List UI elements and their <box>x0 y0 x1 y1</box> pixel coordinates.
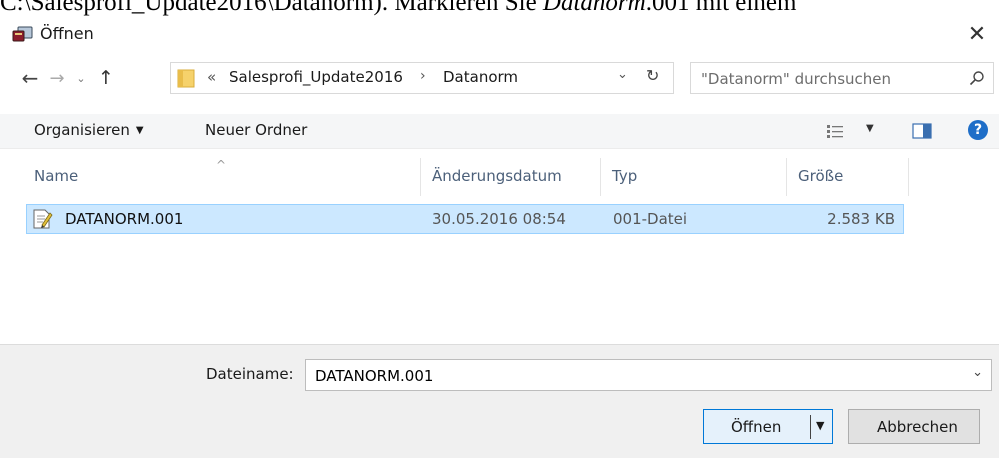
caption-suffix: .001 mit einem <box>645 0 797 16</box>
overflow-crumbs-button[interactable]: « <box>207 68 216 86</box>
breadcrumb-salesprofi[interactable]: Salesprofi_Update2016 <box>229 68 403 86</box>
close-icon: ✕ <box>967 21 987 47</box>
caption-prefix: C:\Salesprofi_Update2016\Datanorm). Mark… <box>0 0 543 16</box>
address-row: ← → ⌄ ↑ « Salesprofi_Update2016 › Datano… <box>0 60 999 96</box>
title-bar: Öffnen ✕ <box>0 18 999 52</box>
file-date: 30.05.2016 08:54 <box>432 210 566 228</box>
filename-input[interactable] <box>313 364 957 388</box>
back-button[interactable]: ← <box>19 66 41 90</box>
caption-filename: Datanorm <box>542 0 646 16</box>
filename-label: Dateiname: <box>206 365 294 383</box>
column-header-name[interactable]: Name <box>34 167 78 185</box>
file-row-selected[interactable]: DATANORM.001 30.05.2016 08:54 001-Datei … <box>26 204 904 234</box>
up-button[interactable]: ↑ <box>95 66 117 90</box>
organize-label: Organisieren <box>34 121 130 139</box>
command-toolbar: Organisieren ▼ Neuer Ordner ▼ ? <box>0 114 999 149</box>
refresh-icon[interactable]: ↻ <box>646 66 659 85</box>
breadcrumb-datanorm[interactable]: Datanorm <box>443 68 518 86</box>
open-options-caret-icon[interactable]: ▼ <box>816 419 824 432</box>
new-folder-button[interactable]: Neuer Ordner <box>205 121 307 139</box>
file-list-header: ^ Name Änderungsdatum Typ Größe <box>0 158 999 196</box>
caret-down-icon: ▼ <box>135 125 144 136</box>
arrow-left-icon: ← <box>21 66 39 90</box>
column-header-date[interactable]: Änderungsdatum <box>432 167 562 185</box>
search-input[interactable] <box>699 66 953 92</box>
column-divider[interactable] <box>908 158 909 196</box>
search-box <box>690 62 994 94</box>
chevron-down-icon: ⌄ <box>76 71 86 85</box>
new-folder-label: Neuer Ordner <box>205 121 308 139</box>
document-caption: C:\Salesprofi_Update2016\Datanorm). Mark… <box>0 0 999 20</box>
dialog-title: Öffnen <box>40 24 94 43</box>
arrow-up-icon: ↑ <box>98 67 114 89</box>
address-dropdown-icon[interactable]: ⌄ <box>617 67 628 82</box>
organize-button[interactable]: Organisieren ▼ <box>34 121 144 139</box>
view-options-icon[interactable] <box>826 123 844 139</box>
help-icon[interactable]: ? <box>968 120 988 140</box>
open-button[interactable]: Öffnen ▼ <box>703 409 833 444</box>
cancel-button-label: Abbrechen <box>877 418 958 436</box>
open-file-dialog: Öffnen ✕ ← → ⌄ ↑ « Salesprofi_Update2016… <box>0 18 999 458</box>
preview-pane-icon[interactable] <box>912 123 932 139</box>
search-icon[interactable] <box>969 70 985 86</box>
recent-locations-button[interactable]: ⌄ <box>70 66 92 90</box>
arrow-right-icon: → <box>49 67 65 89</box>
text-file-icon <box>33 209 53 229</box>
column-divider[interactable] <box>420 158 421 196</box>
close-button[interactable]: ✕ <box>955 18 999 50</box>
file-size: 2.583 KB <box>827 210 895 228</box>
column-divider[interactable] <box>600 158 601 196</box>
chevron-down-icon[interactable]: ⌄ <box>972 365 983 380</box>
folder-icon <box>177 69 195 88</box>
app-icon <box>12 26 33 42</box>
file-type: 001-Datei <box>613 210 688 228</box>
column-divider[interactable] <box>786 158 787 196</box>
split-divider <box>810 415 811 439</box>
breadcrumb-separator[interactable]: › <box>420 68 426 84</box>
dialog-footer: Dateiname: ⌄ Öffnen ▼ Abbrechen <box>0 344 999 458</box>
file-name: DATANORM.001 <box>65 210 184 228</box>
open-button-label: Öffnen <box>731 418 782 436</box>
column-header-type[interactable]: Typ <box>612 167 637 185</box>
address-bar[interactable]: « Salesprofi_Update2016 › Datanorm ⌄ ↻ <box>170 62 674 94</box>
forward-button[interactable]: → <box>46 66 68 90</box>
filename-combobox: ⌄ <box>305 359 992 391</box>
sort-ascending-icon: ^ <box>216 158 227 172</box>
view-caret-icon[interactable]: ▼ <box>866 123 874 134</box>
cancel-button[interactable]: Abbrechen <box>848 409 980 444</box>
column-header-size[interactable]: Größe <box>798 167 843 185</box>
